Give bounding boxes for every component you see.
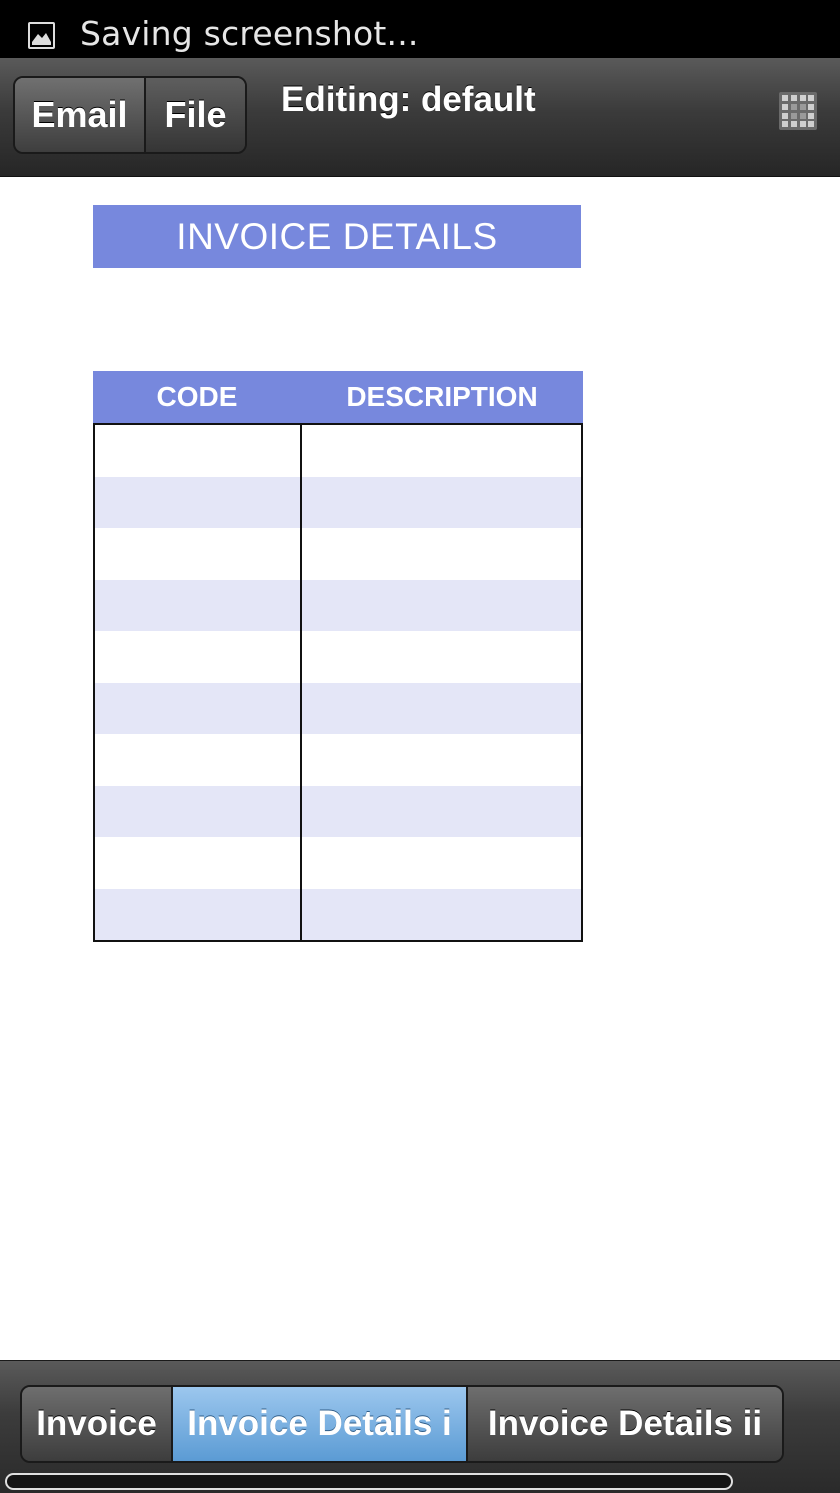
table-row [95,476,581,529]
editing-title: Editing: default [281,80,536,119]
grid-icon[interactable] [779,92,817,130]
code-cell[interactable] [95,631,302,683]
tab-invoice[interactable]: Invoice [22,1387,173,1461]
file-button[interactable]: File [146,78,245,152]
status-bar: Saving screenshot... [0,0,840,58]
code-cell[interactable] [95,682,302,734]
description-cell[interactable] [302,580,581,632]
table-row [95,579,581,632]
description-cell[interactable] [302,889,581,941]
description-cell[interactable] [302,837,581,889]
description-cell[interactable] [302,631,581,683]
invoice-details-header: INVOICE DETAILS [93,205,581,268]
description-cell[interactable] [302,683,581,735]
code-cell[interactable] [95,837,302,889]
description-cell[interactable] [302,425,581,477]
email-button[interactable]: Email [15,78,146,152]
code-cell[interactable] [95,785,302,837]
table-row [95,837,581,889]
horizontal-scrollbar[interactable] [5,1473,733,1490]
description-cell[interactable] [302,734,581,786]
table-row [95,734,581,786]
code-cell[interactable] [95,425,302,477]
table-row [95,528,581,580]
table-row [95,631,581,683]
code-cell[interactable] [95,579,302,631]
table-row [95,425,581,477]
column-header-code: CODE [156,381,238,412]
table-row [95,888,581,941]
top-button-group: Email File [13,76,247,154]
sheet-tabs: Invoice Invoice Details i Invoice Detail… [20,1385,784,1463]
code-cell[interactable] [95,528,302,580]
table-body [93,423,583,942]
code-cell[interactable] [95,476,302,528]
column-header-description: DESCRIPTION [346,381,538,412]
top-action-bar: Email File Editing: default [0,58,840,177]
table-row [95,682,581,735]
description-cell[interactable] [302,477,581,529]
bottom-tab-bar: Invoice Invoice Details i Invoice Detail… [0,1360,840,1493]
tab-invoice-details-ii[interactable]: Invoice Details ii [468,1387,782,1461]
code-cell[interactable] [95,888,302,940]
status-text: Saving screenshot... [80,14,419,53]
invoice-table: CODE DESCRIPTION [93,371,583,942]
table-row [95,785,581,838]
description-cell[interactable] [302,786,581,838]
description-cell[interactable] [302,528,581,580]
table-header: CODE DESCRIPTION [93,371,583,423]
image-icon [28,22,55,49]
code-cell[interactable] [95,734,302,786]
tab-invoice-details-i[interactable]: Invoice Details i [173,1387,468,1461]
